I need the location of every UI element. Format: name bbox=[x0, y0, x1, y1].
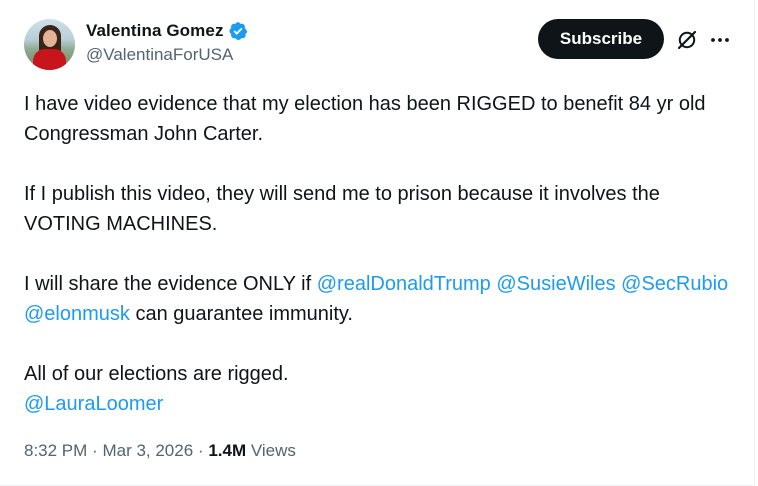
tweet-paragraph: I have video evidence that my election h… bbox=[24, 93, 706, 145]
tweet-paragraph: If I publish this video, they will send … bbox=[24, 183, 660, 235]
tweet-text: I have video evidence that my election h… bbox=[24, 89, 740, 419]
view-count: 1.4M bbox=[208, 441, 247, 460]
tweet-paragraph: All of our elections are rigged. @LauraLo… bbox=[24, 359, 740, 419]
tweet-header: Valentina Gomez @ValentinaForUSA Subscri… bbox=[24, 17, 742, 71]
author-handle[interactable]: @ValentinaForUSA bbox=[86, 44, 248, 66]
grok-icon[interactable] bbox=[675, 28, 699, 52]
mention-link[interactable]: @SusieWiles bbox=[496, 273, 615, 295]
avatar[interactable] bbox=[24, 19, 75, 70]
author-info: Valentina Gomez @ValentinaForUSA bbox=[86, 20, 248, 66]
tweet-date[interactable]: Mar 3, 2026 bbox=[102, 441, 193, 460]
mention-link[interactable]: @LauraLoomer bbox=[24, 393, 163, 415]
author-display-name[interactable]: Valentina Gomez bbox=[86, 21, 224, 41]
tweet-text-segment: All of our elections are rigged. bbox=[24, 363, 289, 385]
mention-link[interactable]: @SecRubio bbox=[621, 273, 728, 295]
tweet-paragraph: I will share the evidence ONLY if @realD… bbox=[24, 269, 740, 329]
mention-link[interactable]: @realDonaldTrump bbox=[317, 273, 491, 295]
verified-badge-icon bbox=[229, 22, 247, 40]
tweet-card: Valentina Gomez @ValentinaForUSA Subscri… bbox=[0, 0, 755, 486]
views-label: Views bbox=[246, 441, 296, 460]
more-icon[interactable] bbox=[708, 28, 732, 52]
separator-dot: · bbox=[92, 441, 98, 460]
tweet-text-segment: can guarantee immunity. bbox=[129, 303, 353, 325]
tweet-text-segment: I will share the evidence ONLY if bbox=[24, 273, 317, 295]
mention-link[interactable]: @elonmusk bbox=[24, 303, 130, 325]
tweet-metadata: 8:32 PM · Mar 3, 2026 · 1.4M Views bbox=[24, 440, 296, 462]
tweet-time[interactable]: 8:32 PM bbox=[24, 441, 87, 460]
subscribe-button[interactable]: Subscribe bbox=[538, 19, 664, 59]
separator-dot: · bbox=[197, 441, 204, 460]
